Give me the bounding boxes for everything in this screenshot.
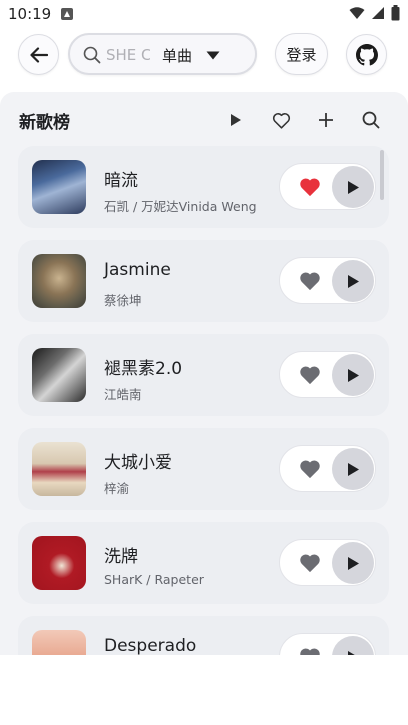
search-icon [362, 111, 380, 129]
search-bar: 单曲 [68, 33, 257, 75]
scrollbar[interactable] [380, 150, 384, 200]
album-cover [32, 442, 86, 496]
heart-icon[interactable] [299, 459, 321, 479]
github-icon [355, 43, 378, 65]
heart-outline-icon [272, 112, 290, 129]
song-artist: SHarK / Rapeter [104, 572, 204, 587]
play-button[interactable] [332, 636, 374, 655]
play-button[interactable] [332, 448, 374, 490]
song-artist: 梓渝 [104, 481, 130, 496]
play-icon [347, 368, 359, 382]
wifi-icon [349, 6, 365, 19]
song-actions [279, 351, 376, 398]
heart-icon[interactable] [299, 365, 321, 385]
song-actions [279, 163, 376, 210]
album-cover [32, 348, 86, 402]
album-cover [32, 160, 86, 214]
song-actions [279, 257, 376, 304]
song-artist: 江皓南 [104, 387, 142, 402]
song-row[interactable]: Desperado [18, 616, 389, 655]
status-time: 10:19 [8, 5, 52, 23]
login-button[interactable]: 登录 [275, 33, 328, 75]
song-actions [279, 633, 376, 655]
system-icons [349, 4, 400, 22]
song-row[interactable]: 大城小爱 梓渝 [18, 428, 389, 510]
song-row[interactable]: 洗牌 SHarK / Rapeter [18, 522, 389, 604]
song-actions [279, 539, 376, 586]
notification-icon [61, 8, 73, 20]
song-title: 褪黑素2.0 [104, 359, 183, 379]
play-button[interactable] [332, 354, 374, 396]
search-type-label: 单曲 [162, 46, 193, 65]
battery-icon [391, 5, 400, 21]
song-row[interactable]: Jasmine 蔡徐坤 [18, 240, 389, 322]
chart-panel: 新歌榜 暗流 石凯 / 万妮达Vinida Weng Jasmine 蔡徐坤 褪… [0, 92, 408, 655]
page-title: 新歌榜 [19, 113, 70, 133]
top-bar: 单曲 登录 [0, 33, 408, 75]
play-icon [231, 114, 241, 126]
panel-search-button[interactable] [361, 110, 381, 130]
song-artist: 石凯 / 万妮达Vinida Weng [104, 199, 257, 214]
play-icon [347, 180, 359, 194]
status-bar: 10:19 [0, 0, 408, 28]
panel-header: 新歌榜 [0, 92, 408, 146]
dropdown-icon [206, 51, 220, 59]
heart-icon[interactable] [299, 647, 321, 655]
back-arrow-icon [29, 46, 48, 63]
play-icon [347, 556, 359, 570]
signal-icon [372, 7, 384, 19]
play-button[interactable] [332, 166, 374, 208]
album-cover [32, 536, 86, 590]
play-icon [347, 462, 359, 476]
song-row[interactable]: 暗流 石凯 / 万妮达Vinida Weng [18, 146, 389, 228]
plus-icon [319, 113, 333, 127]
play-all-button[interactable] [226, 110, 246, 130]
play-icon [347, 274, 359, 288]
album-cover [32, 254, 86, 308]
search-input[interactable] [106, 44, 150, 66]
search-icon [83, 46, 101, 64]
back-button[interactable] [18, 34, 59, 75]
song-title: 大城小爱 [104, 453, 172, 473]
play-icon [347, 650, 356, 655]
add-button[interactable] [316, 110, 336, 130]
song-row[interactable]: 褪黑素2.0 江皓南 [18, 334, 389, 416]
heart-icon[interactable] [299, 553, 321, 573]
song-artist: 蔡徐坤 [104, 293, 142, 308]
search-type-select[interactable]: 单曲 [162, 43, 220, 67]
favorite-button[interactable] [271, 110, 291, 130]
song-title: 洗牌 [104, 547, 138, 567]
song-title: Jasmine [104, 260, 171, 280]
heart-icon[interactable] [299, 177, 321, 197]
song-actions [279, 445, 376, 492]
album-cover [32, 630, 86, 655]
play-button[interactable] [332, 542, 374, 584]
song-title: 暗流 [104, 171, 138, 191]
github-button[interactable] [346, 34, 387, 75]
song-title: Desperado [104, 636, 197, 655]
play-button[interactable] [332, 260, 374, 302]
heart-icon[interactable] [299, 271, 321, 291]
